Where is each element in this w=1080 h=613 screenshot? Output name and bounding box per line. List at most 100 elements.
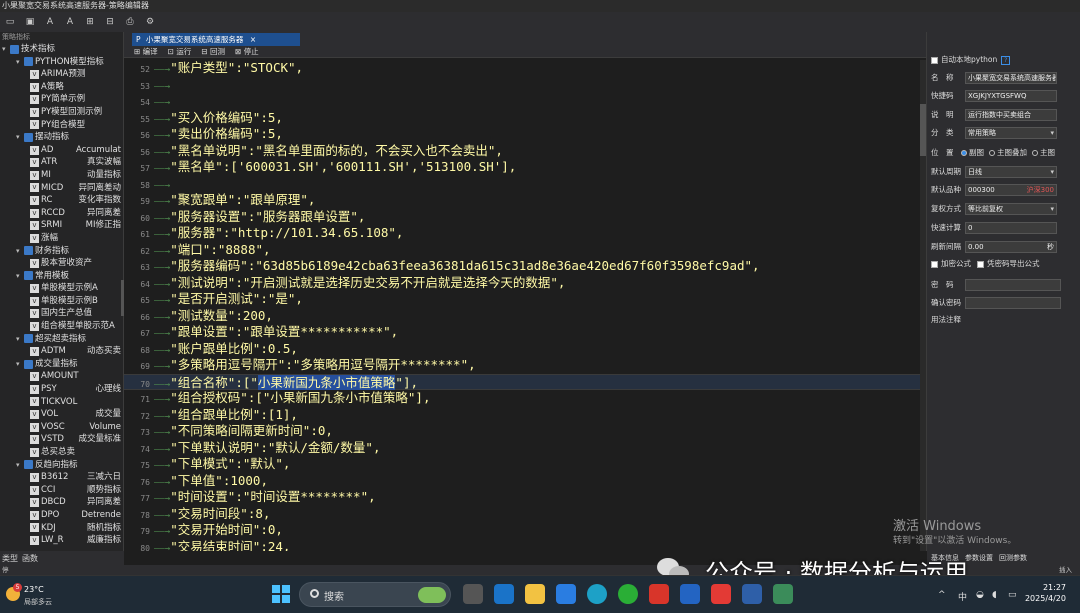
- code-line[interactable]: 59 ——→"聚宽跟单":"跟单原理",: [124, 192, 926, 209]
- save-icon[interactable]: ▣: [24, 16, 36, 28]
- new-icon[interactable]: ▭: [4, 16, 16, 28]
- code-line[interactable]: 71 ——→"组合授权码":["小果新国九条小市值策略"],: [124, 390, 926, 407]
- tree-item[interactable]: v RC 变化率指数: [0, 194, 123, 207]
- weather-widget[interactable]: 5 23°C 局部多云: [4, 582, 74, 608]
- tree-item[interactable]: v ATR 真实波幅: [0, 156, 123, 169]
- tree-folder[interactable]: ▾ 财务指标: [0, 245, 123, 258]
- expand-arrow-icon[interactable]: ▾: [16, 459, 24, 472]
- code-line[interactable]: 73 ——→"不同策略间隔更新时间":0,: [124, 423, 926, 440]
- outlook-icon[interactable]: [494, 584, 514, 604]
- tree-item[interactable]: v 单股模型示例B: [0, 295, 123, 308]
- code-line[interactable]: 70 ——→"组合名称":["小果新国九条小市值策略"],: [124, 373, 926, 390]
- tree-item[interactable]: v CCI 顺势指标: [0, 484, 123, 497]
- network-icon[interactable]: ◒: [976, 590, 984, 600]
- tree-item[interactable]: v PY模型回测示例: [0, 106, 123, 119]
- tree-folder[interactable]: ▾ 技术指标: [0, 43, 123, 56]
- run-button[interactable]: ⊡ 运行: [168, 46, 192, 57]
- clock[interactable]: 21:27 2025/4/20: [1025, 582, 1066, 604]
- code-line[interactable]: 62 ——→"端口":"8888",: [124, 242, 926, 259]
- tree-item[interactable]: v ARIMA预测: [0, 68, 123, 81]
- tree-item[interactable]: v VOSC Volume: [0, 421, 123, 434]
- tree-folder[interactable]: ▾ 常用模板: [0, 270, 123, 283]
- tree-item[interactable]: v KDJ 随机指标: [0, 522, 123, 535]
- export-pwd-checkbox[interactable]: [977, 260, 984, 268]
- taskbar-search[interactable]: 搜索: [299, 582, 451, 607]
- code-line[interactable]: 66 ——→"测试数量":200,: [124, 308, 926, 325]
- code-line[interactable]: 57 ——→"黑名单":['600031.SH','600111.SH','513…: [124, 159, 926, 176]
- start-button[interactable]: [272, 585, 290, 603]
- code-line[interactable]: 63 ——→"服务器编码":"63d85b6189e42cba63feea3638…: [124, 258, 926, 275]
- auto-python-checkbox[interactable]: [931, 56, 938, 64]
- expand-arrow-icon[interactable]: ▾: [16, 56, 24, 69]
- wps-icon[interactable]: [649, 584, 669, 604]
- code-line[interactable]: 78 ——→"交易时间段":8,: [124, 506, 926, 523]
- wechat-icon[interactable]: [618, 584, 638, 604]
- tree-item[interactable]: v AD Accumulat: [0, 144, 123, 157]
- battery-icon[interactable]: ▭: [1008, 590, 1017, 600]
- tree-folder[interactable]: ▾ 超买超卖指标: [0, 333, 123, 346]
- expand-arrow-icon[interactable]: ▾: [16, 358, 24, 371]
- expand-arrow-icon[interactable]: ▾: [16, 333, 24, 346]
- code-line[interactable]: 53 ——→: [124, 77, 926, 94]
- position-sub-chart-radio[interactable]: [961, 150, 967, 156]
- font-decrease-icon[interactable]: A: [64, 16, 76, 28]
- tree-item[interactable]: v VSTD 成交量标准: [0, 433, 123, 446]
- code-line[interactable]: 80 ——→"交易结束时间":24,: [124, 539, 926, 552]
- tree-item[interactable]: v 涨幅: [0, 232, 123, 245]
- tree-item[interactable]: v 股本营收资产: [0, 257, 123, 270]
- category-select[interactable]: 常用策略: [965, 127, 1057, 139]
- editor-document-tab[interactable]: P 小果聚宽交易系统高速服务器 ×: [132, 33, 300, 46]
- export-icon[interactable]: ⊟: [104, 16, 116, 28]
- code-area[interactable]: 52 ——→"账户类型":"STOCK", 53 ——→ 54 ——→ 55 ——→"买入价格…: [124, 60, 926, 551]
- code-line[interactable]: 64 ——→"测试说明":"开启测试就是选择历史交易不开启就是选择今天的数据",: [124, 275, 926, 292]
- password-field[interactable]: [965, 279, 1061, 291]
- expand-arrow-icon[interactable]: ▾: [16, 270, 24, 283]
- tree-item[interactable]: v MICD 异同离差动: [0, 182, 123, 195]
- rights-select[interactable]: 等比前复权: [965, 203, 1057, 215]
- tab-types[interactable]: 类型: [2, 553, 18, 564]
- fast-calc-field[interactable]: 0: [965, 222, 1057, 234]
- expand-arrow-icon[interactable]: ▾: [16, 131, 24, 144]
- tree-item[interactable]: v PY组合模型: [0, 119, 123, 132]
- period-select[interactable]: 日线: [965, 166, 1057, 178]
- tab-functions[interactable]: 函数: [22, 553, 38, 564]
- tree-folder[interactable]: ▾ 反趋向指标: [0, 459, 123, 472]
- tree-item[interactable]: v 国内生产总值: [0, 307, 123, 320]
- expand-arrow-icon[interactable]: ▾: [2, 43, 10, 56]
- code-line[interactable]: 77 ——→"时间设置":"时间设置********",: [124, 489, 926, 506]
- name-field[interactable]: 小果聚宽交易系统高速服务器: [965, 72, 1057, 84]
- confirm-password-field[interactable]: [965, 297, 1061, 309]
- tree-item[interactable]: v LW_R 威廉指标: [0, 534, 123, 547]
- print-icon[interactable]: ⎙: [124, 16, 136, 28]
- code-line[interactable]: 72 ——→"组合跟单比例":[1],: [124, 407, 926, 424]
- app-blue-icon[interactable]: [742, 584, 762, 604]
- code-line[interactable]: 52 ——→"账户类型":"STOCK",: [124, 60, 926, 77]
- encrypt-checkbox[interactable]: [931, 260, 938, 268]
- backtest-button[interactable]: ⊟ 回测: [201, 46, 225, 57]
- tree-item[interactable]: v DBCD 异同离差: [0, 496, 123, 509]
- code-line[interactable]: 61 ——→"服务器":"http://101.34.65.108",: [124, 225, 926, 242]
- tree-item[interactable]: v 总买总卖: [0, 446, 123, 459]
- tree-item[interactable]: v 单股模型示例A: [0, 282, 123, 295]
- tree-item[interactable]: v ADTM 动态买卖: [0, 345, 123, 358]
- code-line[interactable]: 56 ——→"卖出价格编码":5,: [124, 126, 926, 143]
- stop-button[interactable]: ⊠ 停止: [235, 46, 259, 57]
- refresh-field[interactable]: 0.00 秒: [965, 241, 1057, 253]
- code-line[interactable]: 74 ——→"下单默认说明":"默认/金额/数量",: [124, 440, 926, 457]
- shortcode-field[interactable]: XGJKJYXTGSFWQ: [965, 90, 1057, 102]
- file-explorer-icon[interactable]: [525, 584, 545, 604]
- tree-item[interactable]: v 组合模型单股示范A: [0, 320, 123, 333]
- tree-item[interactable]: v B3612 三减六日: [0, 471, 123, 484]
- description-field[interactable]: 运行指数中买卖组合: [965, 109, 1057, 121]
- store-icon[interactable]: [556, 584, 576, 604]
- tree-item[interactable]: v TICKVOL: [0, 396, 123, 409]
- compile-button[interactable]: ⊞ 编译: [134, 46, 158, 57]
- expand-arrow-icon[interactable]: ▾: [16, 245, 24, 258]
- tree-item[interactable]: v MI 动量指标: [0, 169, 123, 182]
- code-line[interactable]: 65 ——→"是否开启测试":"是",: [124, 291, 926, 308]
- code-line[interactable]: 67 ——→"跟单设置":"跟单设置***********",: [124, 324, 926, 341]
- tree-item[interactable]: v SRMI MI修正指: [0, 219, 123, 232]
- tree-item[interactable]: v PSY 心理线: [0, 383, 123, 396]
- tree-item[interactable]: v A策略: [0, 81, 123, 94]
- code-line[interactable]: 76 ——→"下单值":1000,: [124, 473, 926, 490]
